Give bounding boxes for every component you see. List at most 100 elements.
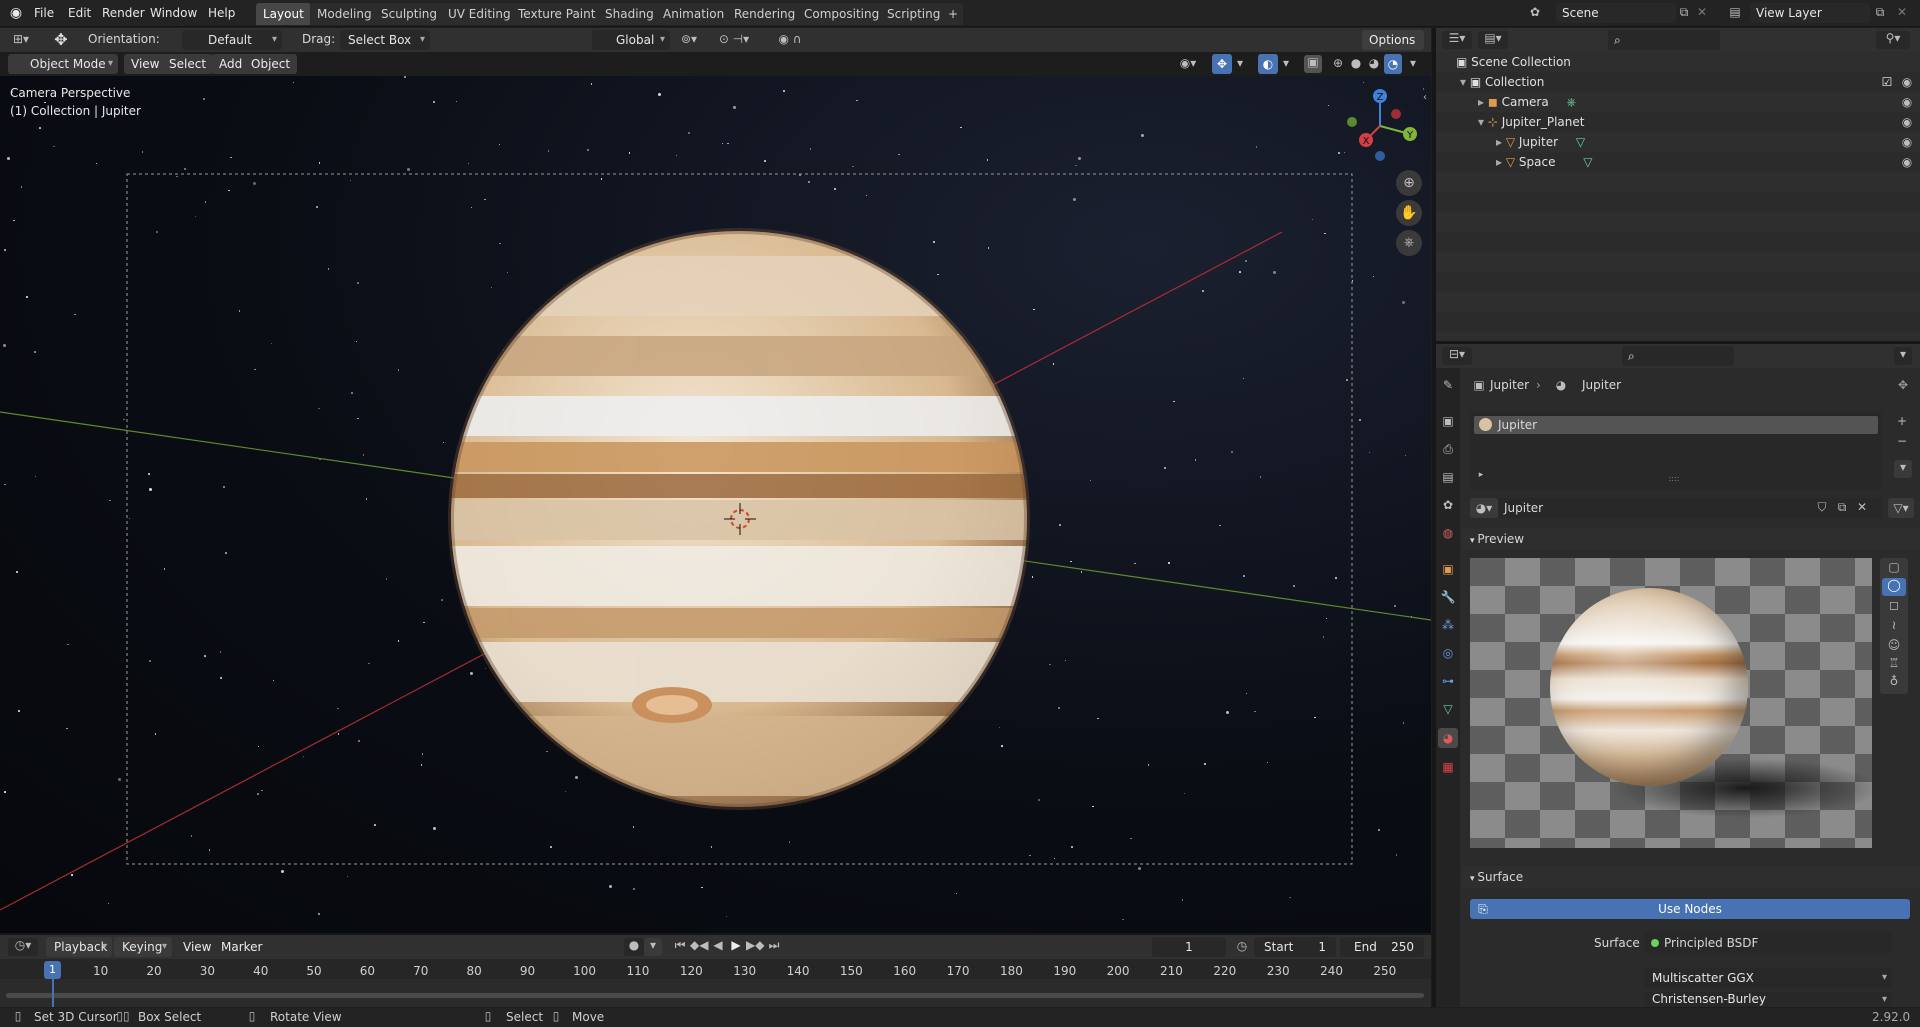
orientation-dropdown[interactable]: Default: [182, 30, 282, 50]
unlink-material-icon[interactable]: ✕: [1854, 500, 1870, 514]
camera-view-icon[interactable]: ⎈: [1396, 230, 1422, 256]
checkbox-icon[interactable]: ☑: [1880, 72, 1894, 92]
options-button[interactable]: Options: [1362, 30, 1424, 50]
jump-start-icon[interactable]: ⏮: [672, 938, 688, 953]
distribution-dropdown[interactable]: Multiscatter GGX: [1644, 968, 1892, 988]
outliner-item-collection[interactable]: ▾ ▣ Collection ☑ ◉: [1436, 72, 1920, 92]
render-tab-icon[interactable]: ▣: [1439, 414, 1457, 428]
outliner-item-jupiter-planet[interactable]: ▾ ⊹ Jupiter_Planet ◉: [1436, 112, 1920, 132]
menu-render[interactable]: Render: [96, 4, 151, 23]
start-frame-field[interactable]: Start 1: [1254, 937, 1336, 957]
view-menu[interactable]: View: [124, 54, 167, 74]
tab-uv-editing[interactable]: UV Editing: [441, 3, 518, 25]
gizmo-toggle-icon[interactable]: ✥: [1212, 54, 1232, 74]
list-resize-icon[interactable]: ::::: [1666, 474, 1682, 483]
area-divider-horizontal[interactable]: [1436, 341, 1920, 344]
properties-editor-icon[interactable]: ⊟▾: [1442, 347, 1472, 365]
pin-icon[interactable]: ✥: [1896, 378, 1910, 392]
outliner-search[interactable]: ⌕: [1608, 30, 1720, 50]
material-slot-list[interactable]: Jupiter ▸ ::::: [1470, 412, 1882, 490]
play-reverse-icon[interactable]: ◀: [710, 938, 726, 952]
list-expand-icon[interactable]: ▸: [1476, 470, 1486, 480]
add-slot-icon[interactable]: +: [1894, 414, 1910, 428]
view-layer-icon[interactable]: ▤: [1724, 5, 1746, 19]
tab-rendering[interactable]: Rendering: [727, 3, 803, 25]
wireframe-shading-icon[interactable]: ⊕: [1330, 56, 1346, 70]
remove-view-layer-icon[interactable]: ✕: [1894, 5, 1910, 19]
properties-options-icon[interactable]: ▾: [1894, 347, 1912, 365]
preview-cloth-icon[interactable]: ♖: [1884, 656, 1904, 670]
scene-tab-icon[interactable]: ✿: [1439, 498, 1457, 512]
constraints-tab-icon[interactable]: ⊶: [1439, 674, 1457, 688]
expand-icon[interactable]: ▾: [1460, 75, 1470, 89]
3d-viewport[interactable]: Camera Perspective (1) Collection | Jupi…: [0, 76, 1431, 933]
prev-keyframe-icon[interactable]: ◆◀: [690, 938, 708, 952]
expand-icon[interactable]: ▸: [1478, 95, 1488, 109]
proportional-edit-icon[interactable]: ◉ ∩: [768, 32, 812, 46]
subsurface-method-dropdown[interactable]: Christensen-Burley: [1644, 992, 1892, 1007]
mesh-data-icon[interactable]: ▽: [1583, 155, 1592, 169]
blender-logo-icon[interactable]: ◉: [8, 5, 24, 21]
display-mode-icon[interactable]: ▤▾: [1478, 31, 1508, 49]
material-shading-icon[interactable]: ◕: [1366, 56, 1382, 70]
expand-icon[interactable]: ▾: [1478, 115, 1488, 129]
tab-shading[interactable]: Shading: [598, 3, 661, 25]
world-tab-icon[interactable]: ◍: [1439, 526, 1457, 540]
snap-icon[interactable]: ⊙ ⊣▾: [712, 32, 756, 46]
end-frame-field[interactable]: End 250: [1340, 937, 1424, 957]
eye-icon[interactable]: ◉: [1900, 92, 1914, 112]
keying-set-icon[interactable]: ▾: [644, 938, 662, 956]
preview-monkey-icon[interactable]: ☺: [1884, 638, 1904, 652]
timeline-editor-icon[interactable]: ◷▾: [8, 938, 38, 956]
tool-tab-icon[interactable]: ✎: [1439, 378, 1457, 392]
preview-cube-icon[interactable]: ◻: [1884, 598, 1904, 612]
particles-tab-icon[interactable]: ⁂: [1439, 618, 1457, 632]
tab-layout[interactable]: Layout: [256, 3, 311, 25]
pivot-icon[interactable]: ⊚▾: [676, 32, 702, 46]
properties-search[interactable]: ⌕: [1622, 346, 1734, 366]
physics-tab-icon[interactable]: ◎: [1439, 646, 1457, 660]
eye-icon[interactable]: ◉: [1900, 152, 1914, 172]
zoom-icon[interactable]: ⊕: [1396, 170, 1422, 196]
material-slot-item[interactable]: Jupiter: [1474, 416, 1878, 434]
outliner-scene-collection[interactable]: ▣ Scene Collection: [1436, 52, 1920, 72]
eye-icon[interactable]: ◉: [1900, 72, 1914, 92]
keying-menu[interactable]: Keying: [114, 937, 172, 957]
play-icon[interactable]: ▶: [728, 938, 744, 952]
overlay-dropdown-icon[interactable]: ▾: [1280, 56, 1292, 70]
outliner-item-camera[interactable]: ▸ ◼ Camera ⎈ ◉: [1436, 92, 1920, 112]
next-keyframe-icon[interactable]: ▶◆: [746, 938, 764, 952]
outliner-editor-icon[interactable]: ☰▾: [1442, 31, 1472, 49]
mode-dropdown[interactable]: Object Mode: [8, 54, 118, 74]
overlay-toggle-icon[interactable]: ◐: [1258, 54, 1278, 74]
tab-sculpting[interactable]: Sculpting: [374, 3, 445, 25]
auto-key-icon[interactable]: ●: [624, 938, 644, 956]
menu-file[interactable]: File: [28, 4, 60, 23]
camera-data-icon[interactable]: ⎈: [1567, 95, 1577, 109]
timeline-scrollbar[interactable]: [6, 993, 1424, 998]
material-datablock[interactable]: ◕▾ Jupiter ⛉ ⧉ ✕: [1470, 498, 1882, 518]
tab-modeling[interactable]: Modeling: [310, 3, 379, 25]
solid-shading-icon[interactable]: ●: [1348, 56, 1364, 70]
remove-scene-icon[interactable]: ✕: [1694, 5, 1710, 19]
tab-texture-paint[interactable]: Texture Paint: [511, 3, 603, 25]
xray-icon[interactable]: ▣: [1304, 55, 1322, 73]
surface-panel-header[interactable]: ▾ Surface: [1462, 866, 1920, 888]
preview-sphere-icon[interactable]: ◯: [1882, 578, 1906, 596]
rendered-shading-icon[interactable]: ◔: [1384, 54, 1402, 74]
preview-range-icon[interactable]: ◷: [1234, 939, 1250, 953]
fake-user-icon[interactable]: ⛉: [1814, 500, 1830, 515]
menu-edit[interactable]: Edit: [62, 4, 97, 23]
tab-compositing[interactable]: Compositing: [797, 3, 887, 25]
output-tab-icon[interactable]: ⎙: [1439, 442, 1457, 457]
scene-name-field[interactable]: Scene: [1556, 3, 1676, 23]
modifier-tab-icon[interactable]: 🔧: [1439, 590, 1457, 604]
expand-icon[interactable]: ▸: [1496, 135, 1506, 149]
filter-icon[interactable]: ⚲▾: [1876, 31, 1910, 49]
gizmo-dropdown-icon[interactable]: ▾: [1234, 56, 1246, 70]
expand-icon[interactable]: ▸: [1496, 155, 1506, 169]
use-nodes-button[interactable]: ⎘ Use Nodes: [1470, 899, 1910, 919]
marker-menu[interactable]: Marker: [214, 937, 269, 957]
visibility-icon[interactable]: ◉▾: [1174, 56, 1202, 70]
material-tab-icon[interactable]: ◕: [1438, 728, 1458, 748]
